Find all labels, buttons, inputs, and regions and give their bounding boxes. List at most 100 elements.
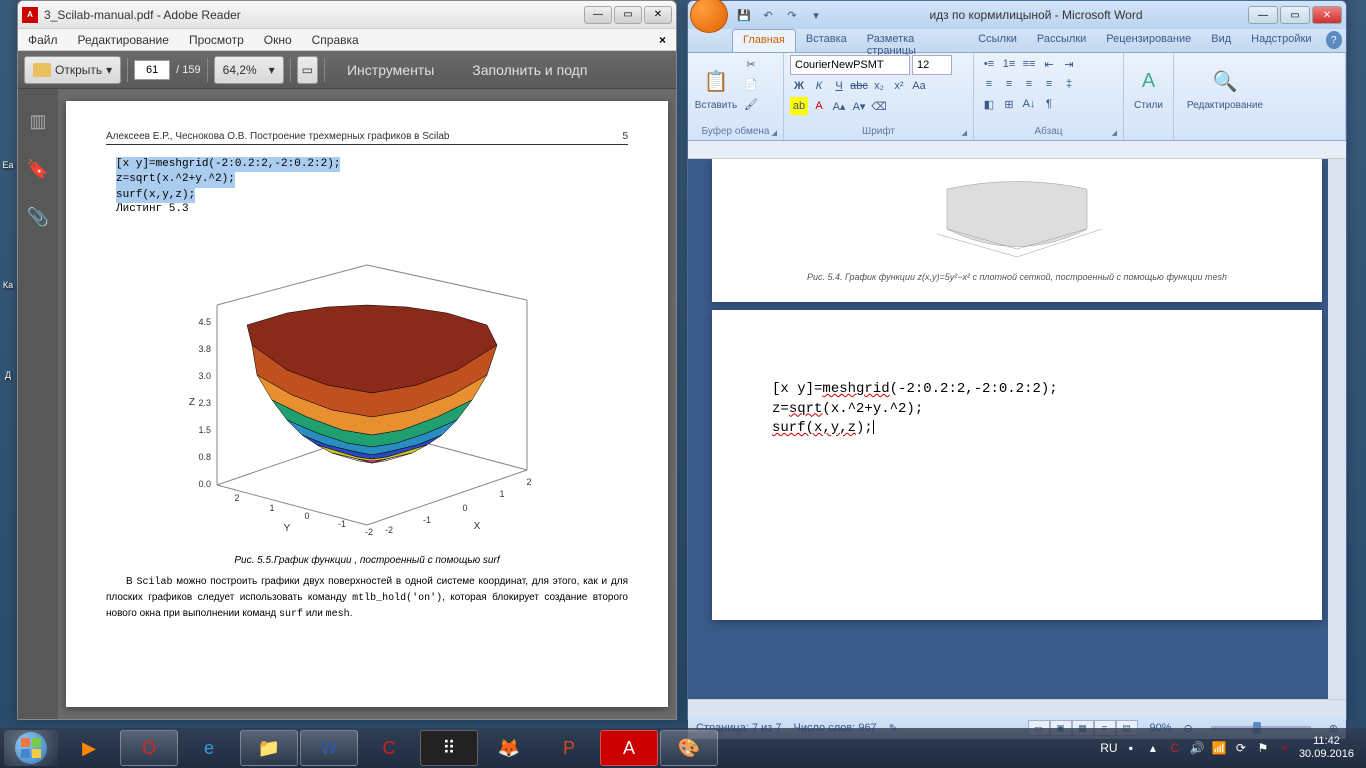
tray-sync-icon[interactable]: ⟳ bbox=[1233, 740, 1249, 756]
tab-mailings[interactable]: Рассылки bbox=[1027, 29, 1096, 52]
tray-volume-icon[interactable]: 🔊 bbox=[1189, 740, 1205, 756]
minimize-button[interactable]: — bbox=[1248, 6, 1278, 24]
tab-home[interactable]: Главная bbox=[732, 29, 796, 52]
redo-icon[interactable]: ↷ bbox=[782, 6, 802, 24]
taskbar-app-opera[interactable]: O bbox=[120, 730, 178, 766]
tray-security-icon[interactable]: C bbox=[1167, 740, 1183, 756]
numbering-button[interactable]: 1≡ bbox=[1000, 55, 1018, 73]
taskbar-app-ie[interactable]: e bbox=[180, 730, 238, 766]
zoom-combo[interactable]: 64,2% ▾ bbox=[214, 56, 284, 84]
font-color-button[interactable]: A bbox=[810, 97, 828, 115]
fill-sign-button[interactable]: Заполнить и подп bbox=[456, 56, 603, 84]
font-name-combo[interactable]: CourierNewPSMT bbox=[790, 55, 910, 75]
align-left-button[interactable]: ≡ bbox=[980, 75, 998, 93]
tab-insert[interactable]: Вставка bbox=[796, 29, 857, 52]
lang-indicator[interactable]: RU bbox=[1101, 740, 1117, 756]
show-marks-button[interactable]: ¶ bbox=[1040, 95, 1058, 113]
page-number-input[interactable] bbox=[134, 60, 170, 80]
align-center-button[interactable]: ≡ bbox=[1000, 75, 1018, 93]
align-right-button[interactable]: ≡ bbox=[1020, 75, 1038, 93]
italic-button[interactable]: К bbox=[810, 77, 828, 95]
font-size-combo[interactable]: 12 bbox=[912, 55, 952, 75]
menu-window[interactable]: Окно bbox=[258, 31, 298, 49]
start-button[interactable] bbox=[4, 730, 58, 766]
highlight-button[interactable]: ab bbox=[790, 97, 808, 115]
tray-show-hidden-icon[interactable]: ▴ bbox=[1145, 740, 1161, 756]
close-button[interactable]: ✕ bbox=[644, 6, 672, 24]
cut-icon[interactable]: ✂ bbox=[742, 55, 760, 73]
line-spacing-button[interactable]: ‡ bbox=[1060, 75, 1078, 93]
grow-font-button[interactable]: A▴ bbox=[830, 97, 848, 115]
paste-button[interactable]: 📋 Вставить bbox=[694, 55, 738, 121]
tools-button[interactable]: Инструменты bbox=[331, 56, 450, 84]
sort-button[interactable]: A↓ bbox=[1020, 95, 1038, 113]
vertical-scrollbar[interactable] bbox=[1328, 159, 1346, 699]
adobe-titlebar[interactable]: A 3_Scilab-manual.pdf - Adobe Reader — ▭… bbox=[18, 1, 676, 29]
tab-references[interactable]: Ссылки bbox=[968, 29, 1027, 52]
indent-right-button[interactable]: ⇥ bbox=[1060, 55, 1078, 73]
horizontal-scrollbar[interactable] bbox=[688, 699, 1346, 717]
maximize-button[interactable]: ▭ bbox=[614, 6, 642, 24]
subscript-button[interactable]: x₂ bbox=[870, 77, 888, 95]
doc-close-button[interactable]: × bbox=[653, 33, 672, 47]
undo-icon[interactable]: ↶ bbox=[758, 6, 778, 24]
format-painter-icon[interactable]: 🖌 bbox=[742, 95, 760, 113]
menu-file[interactable]: Файл bbox=[22, 31, 64, 49]
borders-button[interactable]: ⊞ bbox=[1000, 95, 1018, 113]
indent-left-button[interactable]: ⇤ bbox=[1040, 55, 1058, 73]
desktop-icon[interactable]: Ea bbox=[0, 160, 16, 220]
open-button[interactable]: Открыть ▾ bbox=[24, 56, 121, 84]
menu-view[interactable]: Просмотр bbox=[183, 31, 250, 49]
tab-addins[interactable]: Надстройки bbox=[1241, 29, 1321, 52]
code-text[interactable]: [x y]=meshgrid(-2:0.2:2,-2:0.2:2); z=sqr… bbox=[772, 380, 1262, 439]
qat-dropdown-icon[interactable]: ▾ bbox=[806, 6, 826, 24]
thumbnails-icon[interactable]: ▥ bbox=[26, 109, 50, 133]
styles-button[interactable]: A Стили bbox=[1130, 55, 1167, 121]
shading-button[interactable]: ◧ bbox=[980, 95, 998, 113]
desktop-icon[interactable]: Д bbox=[0, 370, 16, 430]
maximize-button[interactable]: ▭ bbox=[1280, 6, 1310, 24]
taskbar-app-explorer[interactable]: 📁 bbox=[240, 730, 298, 766]
taskbar-app-firefox[interactable]: 🦊 bbox=[480, 730, 538, 766]
tab-view[interactable]: Вид bbox=[1201, 29, 1241, 52]
tray-flag-icon[interactable]: ⚑ bbox=[1255, 740, 1271, 756]
save-icon[interactable]: 💾 bbox=[734, 6, 754, 24]
taskbar-app-comodo[interactable]: C bbox=[360, 730, 418, 766]
superscript-button[interactable]: x² bbox=[890, 77, 908, 95]
document-area[interactable]: Рис. 5.4. График функции z(x,y)=5y²−x² с… bbox=[688, 159, 1346, 699]
bookmark-icon[interactable]: 🔖 bbox=[26, 157, 50, 181]
shrink-font-button[interactable]: A▾ bbox=[850, 97, 868, 115]
tray-nvidia-icon[interactable]: ▪ bbox=[1123, 740, 1139, 756]
tab-page-layout[interactable]: Разметка страницы bbox=[857, 29, 968, 52]
change-case-button[interactable]: Aa bbox=[910, 77, 928, 95]
taskbar-app-adobe[interactable]: A bbox=[600, 730, 658, 766]
minimize-button[interactable]: — bbox=[584, 6, 612, 24]
bullets-button[interactable]: •≡ bbox=[980, 55, 998, 73]
word-titlebar[interactable]: 💾 ↶ ↷ ▾ идз по кормилицыной - Microsoft … bbox=[688, 1, 1346, 29]
view-mode-button[interactable]: ▭ bbox=[297, 56, 318, 84]
tab-review[interactable]: Рецензирование bbox=[1096, 29, 1201, 52]
close-button[interactable]: ✕ bbox=[1312, 6, 1342, 24]
adobe-page-area[interactable]: Алексеев Е.Р., Чеснокова О.В. Построение… bbox=[58, 89, 676, 719]
taskbar-app-media[interactable]: ▶ bbox=[60, 730, 118, 766]
menu-edit[interactable]: Редактирование bbox=[72, 31, 175, 49]
desktop-icon[interactable]: Ка bbox=[0, 280, 16, 340]
justify-button[interactable]: ≡ bbox=[1040, 75, 1058, 93]
clear-format-button[interactable]: ⌫ bbox=[870, 97, 888, 115]
copy-icon[interactable]: 📄 bbox=[742, 75, 760, 93]
attachment-icon[interactable]: 📎 bbox=[26, 205, 50, 229]
editing-button[interactable]: 🔍 Редактирование bbox=[1180, 55, 1270, 121]
multilevel-button[interactable]: ≡≡ bbox=[1020, 55, 1038, 73]
taskbar-app-black[interactable]: ⠿ bbox=[420, 730, 478, 766]
ruler[interactable] bbox=[688, 141, 1346, 159]
help-icon[interactable]: ? bbox=[1326, 31, 1342, 49]
taskbar-app-word[interactable]: W bbox=[300, 730, 358, 766]
underline-button[interactable]: Ч bbox=[830, 77, 848, 95]
strike-button[interactable]: abc bbox=[850, 77, 868, 95]
tray-app-icon[interactable]: ▪ bbox=[1277, 740, 1293, 756]
taskbar-app-paint[interactable]: 🎨 bbox=[660, 730, 718, 766]
clock[interactable]: 11:42 30.09.2016 bbox=[1299, 735, 1354, 761]
tray-network-icon[interactable]: 📶 bbox=[1211, 740, 1227, 756]
bold-button[interactable]: Ж bbox=[790, 77, 808, 95]
taskbar-app-powerpoint[interactable]: P bbox=[540, 730, 598, 766]
